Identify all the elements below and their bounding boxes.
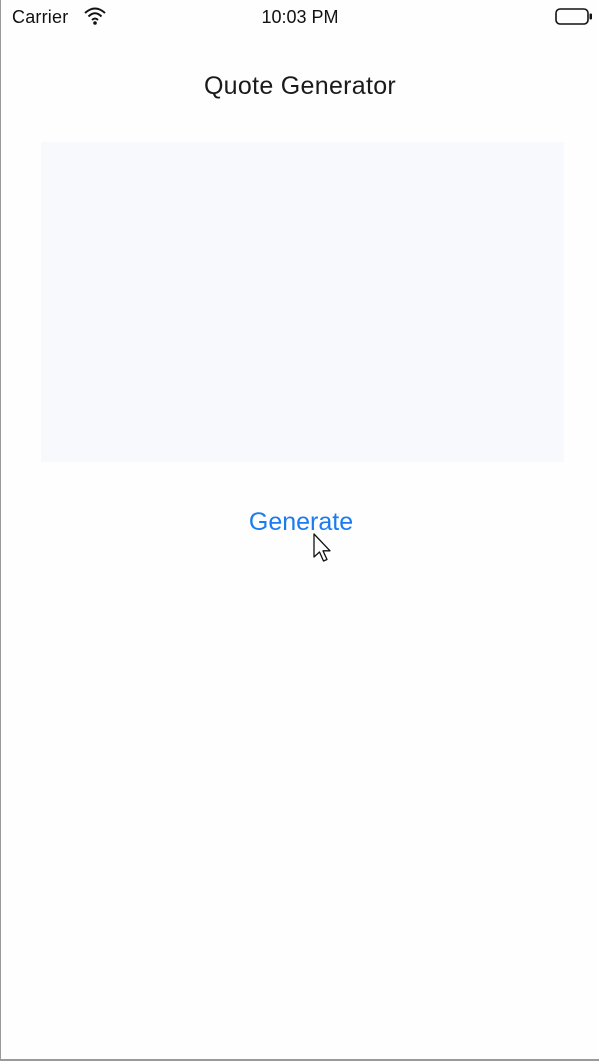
- quote-text: [41, 142, 564, 182]
- generate-button[interactable]: Generate: [201, 503, 401, 541]
- status-bar: Carrier 10:03 PM: [1, 0, 599, 34]
- battery-icon: [555, 8, 593, 25]
- quote-display: [41, 142, 564, 462]
- mouse-pointer-icon: [312, 533, 334, 565]
- app-screen: Carrier 10:03 PM Quote Generator Generat…: [0, 0, 599, 1061]
- page-title: Quote Generator: [203, 72, 397, 100]
- status-time: 10:03 PM: [261, 7, 339, 27]
